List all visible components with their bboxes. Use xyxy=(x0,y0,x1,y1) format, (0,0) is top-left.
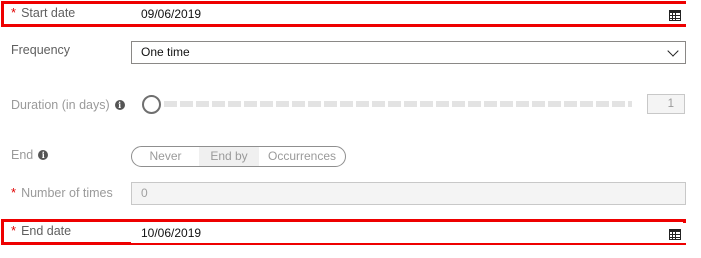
start-date-label: * Start date xyxy=(11,5,75,20)
end-option-occurrences[interactable]: Occurrences xyxy=(259,147,345,166)
end-date-input[interactable]: 10/06/2019 xyxy=(131,223,686,243)
start-date-input[interactable]: 09/06/2019 xyxy=(131,4,686,24)
end-label-text: End xyxy=(11,148,34,162)
duration-slider-track[interactable] xyxy=(164,101,632,107)
end-label: End i xyxy=(11,148,49,162)
required-mark: * xyxy=(11,185,17,200)
end-date-label: * End date xyxy=(11,223,71,238)
info-icon[interactable]: i xyxy=(114,100,125,110)
number-of-times-input[interactable]: 0 xyxy=(131,182,686,205)
required-mark: * xyxy=(11,5,17,20)
start-date-label-text: Start date xyxy=(21,5,76,20)
end-date-value: 10/06/2019 xyxy=(141,226,202,240)
frequency-label: Frequency xyxy=(11,43,70,57)
number-of-times-label-text: Number of times xyxy=(21,185,113,200)
frequency-value: One time xyxy=(141,45,190,59)
required-mark: * xyxy=(11,223,17,238)
start-date-value: 09/06/2019 xyxy=(141,7,202,21)
duration-label-text: Duration (in days) xyxy=(11,98,110,112)
end-segmented-control: Never End by Occurrences xyxy=(131,146,346,167)
end-option-end-by[interactable]: End by xyxy=(199,147,259,166)
calendar-icon[interactable] xyxy=(669,10,681,21)
end-date-label-text: End date xyxy=(21,223,72,238)
chevron-down-icon xyxy=(667,45,679,57)
number-of-times-value: 0 xyxy=(141,186,148,200)
duration-label: Duration (in days) i xyxy=(11,98,125,112)
end-option-never[interactable]: Never xyxy=(132,147,199,166)
frequency-label-text: Frequency xyxy=(11,43,71,57)
info-icon[interactable]: i xyxy=(38,150,49,160)
number-of-times-label: * Number of times xyxy=(11,185,113,200)
duration-slider-thumb[interactable] xyxy=(142,95,161,114)
frequency-select[interactable]: One time xyxy=(131,41,686,64)
calendar-icon[interactable] xyxy=(669,229,681,240)
duration-value-box[interactable]: 1 xyxy=(647,94,685,114)
